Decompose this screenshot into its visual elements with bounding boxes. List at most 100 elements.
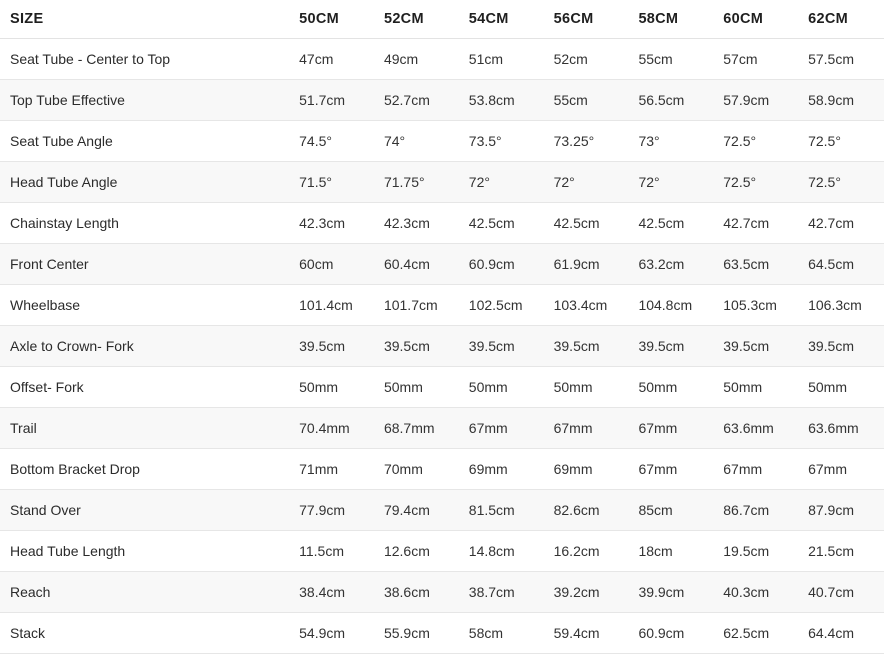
cell-value: 72° (459, 161, 545, 203)
table-body: Seat Tube - Center to Top 47cm 49cm 51cm 52c… (0, 38, 884, 654)
cell-value: 67mm (799, 448, 884, 490)
table-row: Stand Over 77.9cm 79.4cm 81.5cm 82.6cm 85cm 86… (0, 489, 884, 531)
row-label: Reach (0, 571, 291, 613)
cell-value: 71.75° (374, 161, 460, 203)
cell-value: 67mm (459, 407, 545, 449)
cell-value: 39.5cm (459, 325, 545, 367)
cell-value: 42.7cm (799, 202, 884, 244)
table-row: Head Tube Length 11.5cm 12.6cm 14.8cm 16.2cm… (0, 530, 884, 572)
column-header-54cm: 54CM (459, 0, 545, 39)
cell-value: 21.5cm (799, 530, 884, 572)
cell-value: 67mm (629, 407, 715, 449)
table-row: Bottom Bracket Drop 71mm 70mm 69mm 69mm 67mm 6… (0, 448, 884, 490)
column-header-58cm: 58CM (629, 0, 715, 39)
cell-value: 63.5cm (714, 243, 800, 285)
cell-value: 69mm (459, 448, 545, 490)
cell-value: 73° (629, 120, 715, 162)
table-row: Wheelbase 101.4cm 101.7cm 102.5cm 103.4cm 104… (0, 284, 884, 326)
cell-value: 57.5cm (799, 38, 884, 80)
column-header-size: SIZE (0, 0, 291, 39)
row-label: Bottom Bracket Drop (0, 448, 291, 490)
table-row: Seat Tube - Center to Top 47cm 49cm 51cm 52c… (0, 38, 884, 80)
table-row: Trail 70.4mm 68.7mm 67mm 67mm 67mm 63.6mm 63.6m… (0, 407, 884, 449)
cell-value: 19.5cm (714, 530, 800, 572)
cell-value: 14.8cm (459, 530, 545, 572)
cell-value: 42.5cm (459, 202, 545, 244)
cell-value: 39.5cm (799, 325, 884, 367)
cell-value: 50mm (459, 366, 545, 408)
cell-value: 105.3cm (714, 284, 800, 326)
cell-value: 71mm (290, 448, 375, 490)
cell-value: 57.9cm (714, 79, 800, 121)
table-row: Reach 38.4cm 38.6cm 38.7cm 39.2cm 39.9cm 40.3c… (0, 571, 884, 613)
cell-value: 74.5° (290, 120, 375, 162)
cell-value: 72.5° (714, 120, 800, 162)
cell-value: 47cm (290, 38, 375, 80)
cell-value: 42.5cm (544, 202, 630, 244)
row-label: Head Tube Length (0, 530, 291, 572)
cell-value: 72° (629, 161, 715, 203)
cell-value: 64.5cm (799, 243, 884, 285)
cell-value: 67mm (544, 407, 630, 449)
cell-value: 39.5cm (374, 325, 460, 367)
cell-value: 72.5° (799, 120, 884, 162)
cell-value: 50mm (799, 366, 884, 408)
cell-value: 54.9cm (290, 612, 375, 654)
cell-value: 39.5cm (290, 325, 375, 367)
cell-value: 63.6mm (714, 407, 800, 449)
row-label: Wheelbase (0, 284, 291, 326)
table-header: SIZE 50CM 52CM 54CM 56CM 58CM 60CM 62CM (0, 0, 884, 39)
column-header-52cm: 52CM (374, 0, 460, 39)
cell-value: 60.4cm (374, 243, 460, 285)
row-label: Stack (0, 612, 291, 654)
row-label: Seat Tube - Center to Top (0, 38, 291, 80)
cell-value: 69mm (544, 448, 630, 490)
cell-value: 59.4cm (544, 612, 630, 654)
row-label: Seat Tube Angle (0, 120, 291, 162)
cell-value: 102.5cm (459, 284, 545, 326)
cell-value: 81.5cm (459, 489, 545, 531)
table-row: Stack 54.9cm 55.9cm 58cm 59.4cm 60.9cm 62.5cm 6… (0, 612, 884, 654)
cell-value: 40.7cm (799, 571, 884, 613)
cell-value: 51cm (459, 38, 545, 80)
cell-value: 38.7cm (459, 571, 545, 613)
column-header-50cm: 50CM (290, 0, 375, 39)
cell-value: 57cm (714, 38, 800, 80)
row-label: Stand Over (0, 489, 291, 531)
cell-value: 103.4cm (544, 284, 630, 326)
row-label: Chainstay Length (0, 202, 291, 244)
cell-value: 11.5cm (290, 530, 375, 572)
cell-value: 50mm (374, 366, 460, 408)
cell-value: 58.9cm (799, 79, 884, 121)
cell-value: 104.8cm (629, 284, 715, 326)
cell-value: 85cm (629, 489, 715, 531)
row-label: Trail (0, 407, 291, 449)
cell-value: 42.7cm (714, 202, 800, 244)
cell-value: 60cm (290, 243, 375, 285)
cell-value: 60.9cm (629, 612, 715, 654)
cell-value: 70.4mm (290, 407, 375, 449)
cell-value: 72.5° (799, 161, 884, 203)
cell-value: 67mm (714, 448, 800, 490)
cell-value: 72° (544, 161, 630, 203)
geometry-table: SIZE 50CM 52CM 54CM 56CM 58CM 60CM 62CM … (0, 0, 884, 654)
cell-value: 50mm (629, 366, 715, 408)
cell-value: 63.6mm (799, 407, 884, 449)
table-row: Seat Tube Angle 74.5° 74° 73.5° 73.25° 73° 72.… (0, 120, 884, 162)
cell-value: 101.4cm (290, 284, 375, 326)
header-row: SIZE 50CM 52CM 54CM 56CM 58CM 60CM 62CM (0, 0, 884, 39)
cell-value: 12.6cm (374, 530, 460, 572)
cell-value: 106.3cm (799, 284, 884, 326)
cell-value: 42.3cm (290, 202, 375, 244)
cell-value: 70mm (374, 448, 460, 490)
table-row: Axle to Crown- Fork 39.5cm 39.5cm 39.5cm 39.… (0, 325, 884, 367)
row-label: Head Tube Angle (0, 161, 291, 203)
table-row: Top Tube Effective 51.7cm 52.7cm 53.8cm 55cm… (0, 79, 884, 121)
row-label: Front Center (0, 243, 291, 285)
cell-value: 39.9cm (629, 571, 715, 613)
cell-value: 16.2cm (544, 530, 630, 572)
cell-value: 50mm (290, 366, 375, 408)
cell-value: 52.7cm (374, 79, 460, 121)
table-row: Chainstay Length 42.3cm 42.3cm 42.5cm 42.5cm… (0, 202, 884, 244)
cell-value: 39.2cm (544, 571, 630, 613)
